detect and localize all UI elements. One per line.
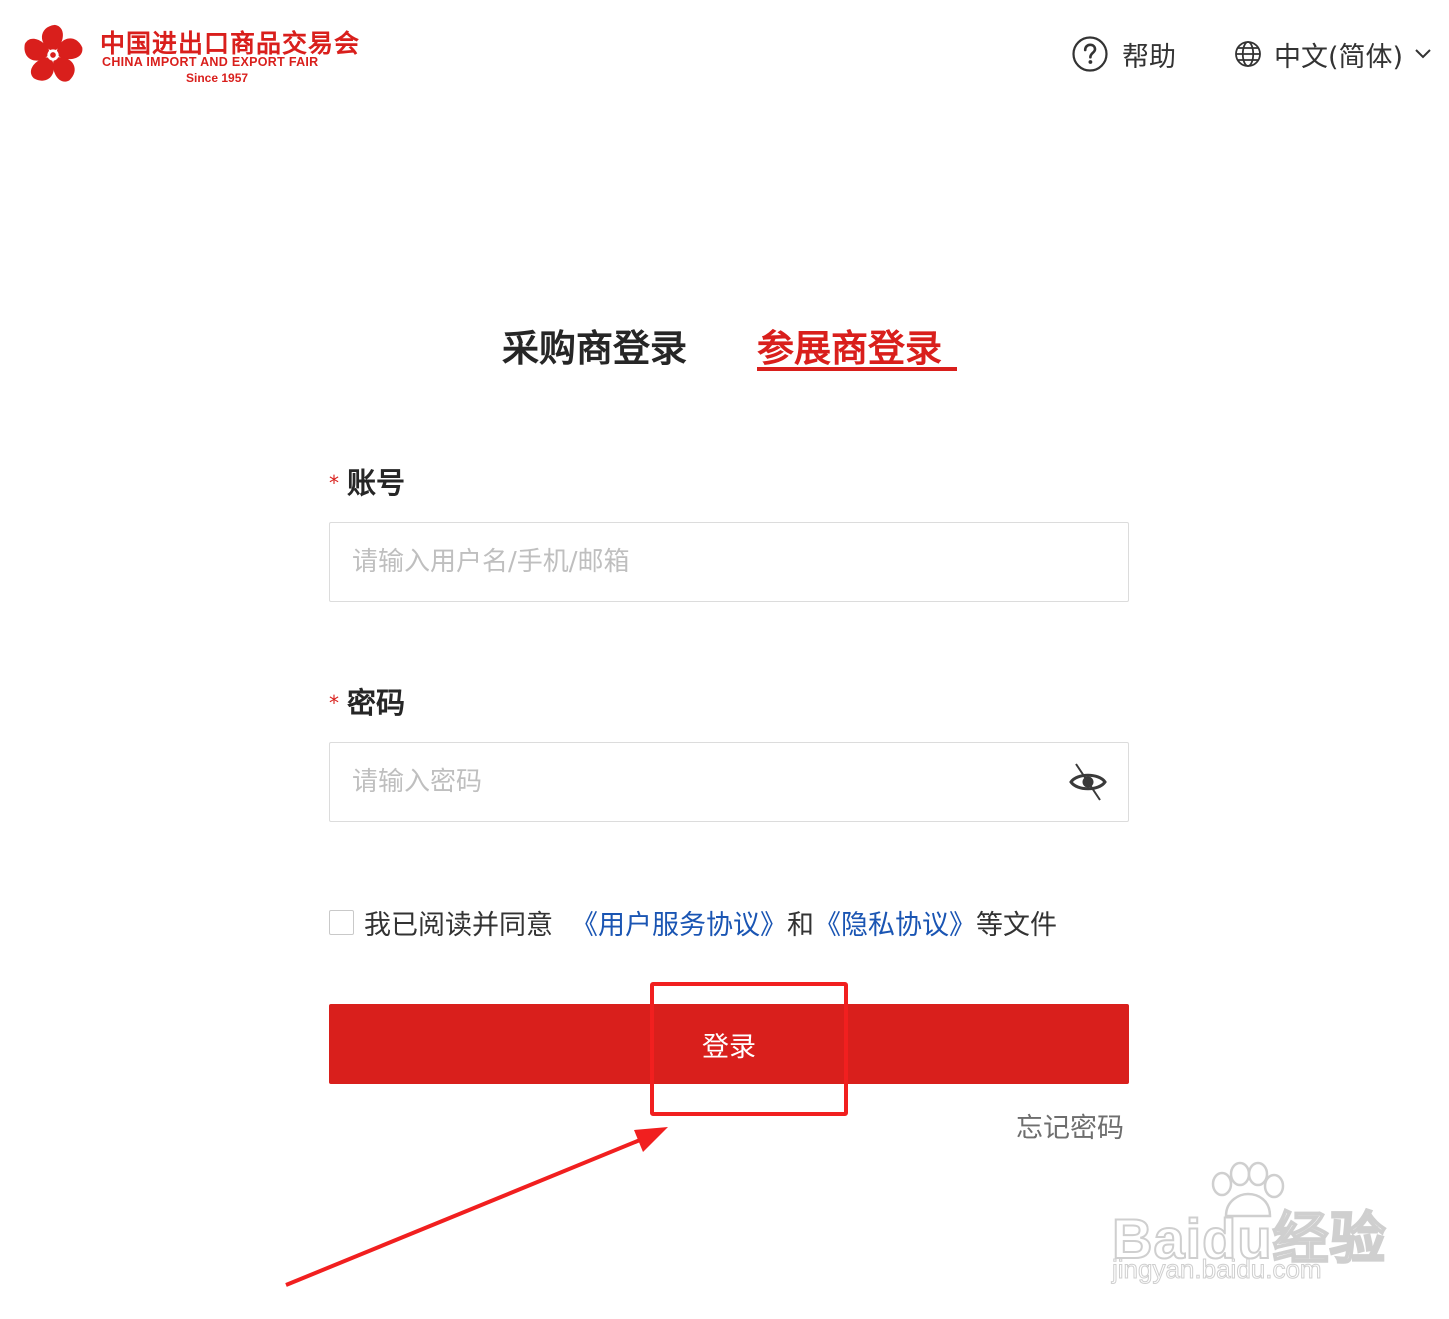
agreement-prefix: 我已阅读并同意 [364,909,553,941]
agreement-row: 我已阅读并同意 《用户服务协议》 和 《隐私协议》 等文件 [329,902,1057,942]
annotation-arrow-icon [285,1127,668,1287]
language-selector[interactable]: 中文(简体) [1234,34,1431,74]
help-label: 帮助 [1122,41,1176,73]
password-field[interactable] [329,742,1129,822]
tab-exhibitor-login[interactable]: 参展商登录 [757,318,942,372]
password-label: 密码 [347,686,406,720]
privacy-agreement-link[interactable]: 《隐私协议》 [814,903,976,942]
language-label: 中文(简体) [1274,41,1404,73]
agreement-suffix: 等文件 [976,909,1057,941]
required-mark: * [329,471,339,495]
account-label-row: * 账号 [329,460,405,502]
globe-icon [1235,41,1261,67]
watermark-url: jingyan.baidu.com [1112,1254,1323,1285]
eye-slash-icon[interactable] [1068,761,1108,803]
canton-fair-logo[interactable]: 中国进出口商品交易会 CHINA IMPORT AND EXPORT FAIR … [18,22,359,88]
baidu-jingyan-watermark: Baidu经验 jingyan.baidu.com [1108,1160,1387,1290]
flower-logo-icon [24,24,83,82]
password-input[interactable] [330,743,1128,821]
active-tab-indicator [757,367,957,371]
logo-english-name: CHINA IMPORT AND EXPORT FAIR [102,55,319,69]
forgot-password-link[interactable]: 忘记密码 [1016,1106,1124,1145]
account-label: 账号 [347,466,406,500]
account-input[interactable] [330,523,1128,601]
agreement-and: 和 [787,909,814,941]
password-label-row: * 密码 [329,680,405,722]
chevron-down-icon [1415,49,1431,59]
question-circle-icon [1072,36,1108,72]
required-mark: * [329,691,339,715]
account-field[interactable] [329,522,1129,602]
logo-since: Since 1957 [186,71,249,85]
help-link[interactable]: 帮助 [1072,34,1176,74]
annotation-highlight-box [650,982,848,1116]
tab-buyer-login[interactable]: 采购商登录 [502,318,687,372]
user-service-agreement-link[interactable]: 《用户服务协议》 [571,903,787,942]
agreement-checkbox[interactable] [329,909,354,935]
